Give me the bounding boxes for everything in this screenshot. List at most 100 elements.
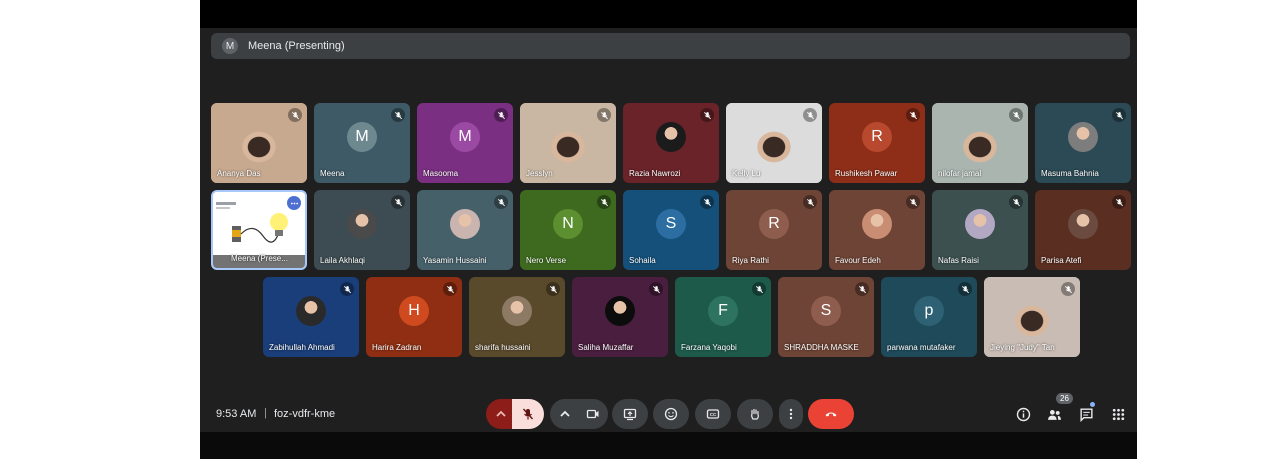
info-icon [1016,407,1030,421]
participant-tile[interactable]: M Masooma [417,103,513,183]
emoji-icon [664,407,678,421]
participant-tile[interactable]: Razia Nawrozi [623,103,719,183]
participant-tile[interactable]: Favour Edeh [829,190,925,270]
participant-photo [965,209,995,239]
participant-tile[interactable]: Parisa Atefi [1035,190,1131,270]
presenting-label: Meena (Presenting) [248,40,345,52]
participant-photo [862,209,892,239]
participant-name: parwana mutafaker [887,343,956,352]
mic-off-icon [803,108,817,122]
participant-tile[interactable]: Saliha Muzaffar [572,277,668,357]
meeting-details-button[interactable] [1013,404,1033,424]
participant-name: Jesslyn [526,169,553,178]
mic-off-icon [1112,108,1126,122]
participant-tile[interactable]: Zabihullah Ahmadi [263,277,359,357]
end-call-button[interactable] [808,399,854,429]
participant-tile[interactable]: nilofar jamal [932,103,1028,183]
activities-button[interactable] [1108,404,1128,424]
captions-icon: CC [706,409,720,419]
participant-photo [605,296,635,326]
presenting-bar[interactable]: M Meena (Presenting) [211,33,1130,59]
participant-avatar: F [708,296,738,326]
participant-tile[interactable]: R Rushikesh Pawar [829,103,925,183]
present-button[interactable] [612,399,648,429]
participant-tile[interactable]: S Sohaila [623,190,719,270]
participant-name: Jieying "Judy" Tan [990,343,1055,352]
participant-avatar: p [914,296,944,326]
raise-hand-button[interactable] [737,399,773,429]
participant-name: Saliha Muzaffar [578,343,634,352]
participant-tile[interactable]: N Nero Verse [520,190,616,270]
participant-photo [1068,122,1098,152]
participant-tile[interactable]: Jesslyn [520,103,616,183]
participant-tile[interactable]: R Riya Rathi [726,190,822,270]
more-options-button[interactable] [779,399,803,429]
mic-off-icon [494,195,508,209]
camera-icon [586,409,599,419]
participant-name: Farzana Yaqobi [681,343,737,352]
participant-name: Nafas Raisi [938,256,979,265]
tile-more-options-button[interactable] [287,196,301,210]
mic-off-icon [752,282,766,296]
participant-tile[interactable]: Kelly Lu [726,103,822,183]
people-icon [1047,409,1061,420]
participant-tile[interactable]: sharifa hussaini [469,277,565,357]
mic-off-icon [1112,195,1126,209]
mic-off-icon [958,282,972,296]
participant-name: Riya Rathi [732,256,769,265]
mic-toggle-button[interactable] [512,399,544,429]
mic-off-icon [1061,282,1075,296]
participant-name: nilofar jamal [938,169,982,178]
mic-off-icon [597,108,611,122]
participant-tile[interactable]: Yasamin Hussaini [417,190,513,270]
participant-tile[interactable]: F Farzana Yaqobi [675,277,771,357]
top-bar [200,0,1137,28]
participant-name: SHRADDHA MASKE [784,343,859,352]
chat-button[interactable] [1076,402,1096,424]
participant-name: Parisa Atefi [1041,256,1082,265]
participant-tile[interactable]: p parwana mutafaker [881,277,977,357]
reactions-button[interactable] [653,399,689,429]
mic-off-icon [546,282,560,296]
participant-name: Meena [320,169,345,178]
participant-tile[interactable]: H Harira Zadran [366,277,462,357]
mic-off-icon [700,195,714,209]
more-horizontal-icon [290,202,298,204]
participant-photo [450,209,480,239]
participant-avatar: M [347,122,377,152]
participant-tile[interactable]: Meena (Prese... [211,190,307,270]
participant-name: Masuma Bahnia [1041,169,1099,178]
camera-options-button[interactable] [550,399,580,429]
participant-tile[interactable]: S SHRADDHA MASKE [778,277,874,357]
participant-tile[interactable]: Ananya Das [211,103,307,183]
participant-name: Yasamin Hussaini [423,256,487,265]
people-button[interactable] [1044,404,1064,424]
captions-button[interactable]: CC [695,399,731,429]
mic-off-icon [855,282,869,296]
meet-window: M Meena (Presenting) Ananya Das M Meena M Ma… [200,0,1137,432]
participant-tile[interactable]: Nafas Raisi [932,190,1028,270]
camera-toggle-button[interactable] [578,399,608,429]
bottom-bar [200,432,1137,459]
chat-icon [1079,407,1093,422]
more-options-icon [789,408,793,420]
mic-off-icon [391,195,405,209]
mic-off-icon [1009,195,1023,209]
mic-off-icon [522,408,534,420]
participant-tile[interactable]: M Meena [314,103,410,183]
clock: 9:53 AM [216,408,257,420]
mic-off-icon [340,282,354,296]
meeting-code: foz-vdfr-kme [274,408,336,420]
present-icon [623,408,637,421]
participant-tile[interactable]: Laila Akhlaqi [314,190,410,270]
participant-tile[interactable]: Masuma Bahnia [1035,103,1131,183]
participant-avatar: N [553,209,583,239]
participant-tile[interactable]: Jieying "Judy" Tan [984,277,1080,357]
participant-name: Sohaila [629,256,656,265]
mic-off-icon [803,195,817,209]
mic-off-icon [649,282,663,296]
participant-name: Harira Zadran [372,343,422,352]
svg-text:CC: CC [710,412,717,417]
participant-name: Nero Verse [526,256,567,265]
chevron-up-icon [496,410,506,417]
